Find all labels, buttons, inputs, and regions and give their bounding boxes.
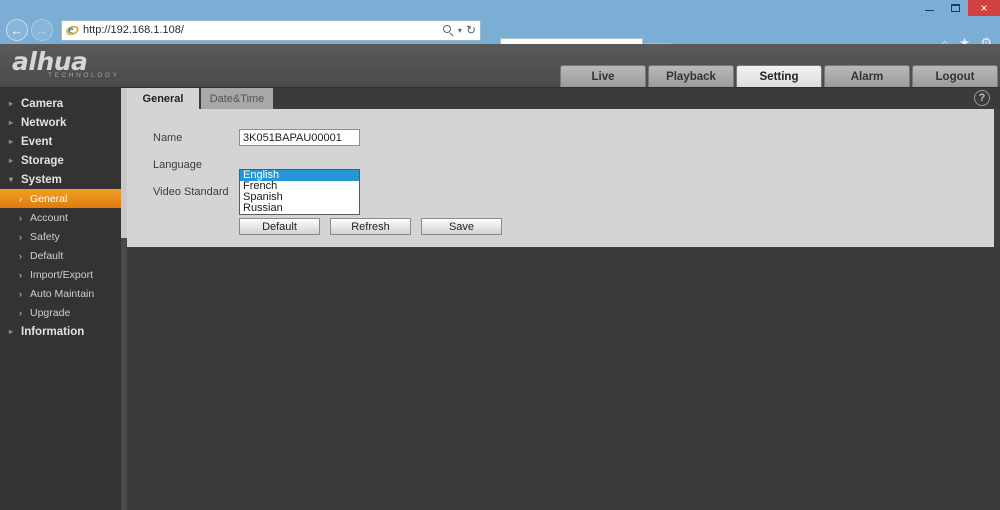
search-icon[interactable]	[442, 24, 454, 38]
sidebar-item-label: System	[21, 173, 62, 186]
browser-titlebar: ×	[0, 0, 1000, 16]
sidebar-item-network[interactable]: ▸ Network	[0, 113, 127, 132]
sidebar-item-safety[interactable]: › Safety	[0, 227, 127, 246]
name-label: Name	[153, 131, 183, 144]
address-bar[interactable]: e http://192.168.1.108/ ▾ ↻	[61, 19, 481, 41]
nav-tab-live[interactable]: Live	[560, 65, 646, 87]
sidebar-item-label: Account	[30, 211, 68, 224]
nav-tab-setting[interactable]: Setting	[736, 65, 822, 87]
maximize-button[interactable]	[942, 0, 968, 16]
sidebar-item-account[interactable]: › Account	[0, 208, 127, 227]
sidebar-item-system[interactable]: ▾ System	[0, 170, 127, 189]
name-input[interactable]	[239, 129, 360, 146]
chevron-right-icon: ›	[19, 231, 22, 242]
dahua-logo: alhua TECHNOLOGY	[12, 48, 120, 80]
save-button[interactable]: Save	[421, 218, 502, 235]
chevron-right-icon: ▸	[9, 156, 14, 165]
app-body: ▸ Camera ▸ Network ▸ Event ▸ Storage ▾ S…	[0, 88, 1000, 510]
sidebar-item-label: Default	[30, 249, 64, 262]
nav-tab-alarm[interactable]: Alarm	[824, 65, 910, 87]
form-row-name: Name	[153, 127, 1000, 148]
window-controls: ×	[916, 0, 1000, 16]
chevron-right-icon: ›	[19, 269, 22, 280]
sidebar-item-label: Storage	[21, 154, 64, 167]
form-buttons: Default Refresh Save	[239, 218, 502, 235]
chevron-down-icon: ▾	[9, 175, 14, 184]
chevron-down-icon[interactable]: ▾	[458, 26, 462, 35]
chevron-right-icon: ›	[19, 193, 22, 204]
general-form: Name Language Video Standard English Fre…	[127, 109, 1000, 235]
video-standard-label: Video Standard	[153, 185, 229, 198]
chevron-right-icon: ▸	[9, 99, 14, 108]
sidebar-item-default[interactable]: › Default	[0, 246, 127, 265]
reload-icon[interactable]: ↻	[466, 23, 476, 37]
sidebar-item-auto-maintain[interactable]: › Auto Maintain	[0, 284, 127, 303]
content-area: General Date&Time ? Name Language Video …	[127, 88, 1000, 510]
settings-panel: Name Language Video Standard English Fre…	[127, 109, 1000, 247]
sidebar-item-upgrade[interactable]: › Upgrade	[0, 303, 127, 322]
main-nav: Live Playback Setting Alarm Logout	[560, 65, 1000, 87]
sidebar-item-general[interactable]: › General	[0, 189, 127, 208]
refresh-button[interactable]: Refresh	[330, 218, 411, 235]
sidebar-item-label: Import/Export	[30, 268, 94, 281]
sidebar-item-label: Upgrade	[30, 306, 71, 319]
chevron-right-icon: ›	[19, 288, 22, 299]
nav-tab-playback[interactable]: Playback	[648, 65, 734, 87]
url-text: http://192.168.1.108/	[83, 24, 184, 36]
chevron-right-icon: ▸	[9, 327, 14, 336]
language-option-russian[interactable]: Russian	[240, 203, 359, 214]
sidebar-item-label: Information	[21, 325, 85, 338]
chevron-right-icon: ›	[19, 212, 22, 223]
chevron-right-icon: ›	[19, 307, 22, 318]
sidebar-item-label: Safety	[30, 230, 60, 243]
sidebar-item-label: Event	[21, 135, 53, 148]
sidebar: ▸ Camera ▸ Network ▸ Event ▸ Storage ▾ S…	[0, 88, 127, 510]
sidebar-item-information[interactable]: ▸ Information	[0, 322, 127, 341]
sidebar-item-label: Camera	[21, 97, 64, 110]
forward-icon[interactable]: →	[31, 19, 53, 41]
logo-subtitle: TECHNOLOGY	[48, 72, 120, 79]
browser-nav-row: ← → e http://192.168.1.108/ ▾ ↻ e Settin…	[0, 16, 1000, 60]
sidebar-item-label: Auto Maintain	[30, 287, 95, 300]
default-button[interactable]: Default	[239, 218, 320, 235]
help-icon[interactable]: ?	[974, 90, 990, 106]
language-label: Language	[153, 158, 202, 171]
close-window-button[interactable]: ×	[968, 0, 1000, 16]
sidebar-item-label: General	[30, 192, 68, 205]
ie-logo-icon: e	[64, 22, 81, 37]
panel-scrollbar[interactable]	[994, 109, 1000, 247]
browser-chrome: × ← → e http://192.168.1.108/ ▾ ↻ e Sett…	[0, 0, 1000, 60]
chevron-right-icon: ▸	[9, 118, 14, 127]
sidebar-item-label: Network	[21, 116, 67, 129]
back-icon[interactable]: ←	[6, 19, 28, 41]
tab-date-time[interactable]: Date&Time	[201, 88, 275, 109]
chevron-right-icon: ▸	[9, 137, 14, 146]
content-tab-bar: General Date&Time ?	[127, 88, 1000, 109]
language-dropdown-list[interactable]: English French Spanish Russian	[239, 169, 360, 215]
tab-general[interactable]: General	[127, 88, 201, 109]
nav-tab-logout[interactable]: Logout	[912, 65, 998, 87]
sidebar-item-event[interactable]: ▸ Event	[0, 132, 127, 151]
chevron-right-icon: ›	[19, 250, 22, 261]
sidebar-item-camera[interactable]: ▸ Camera	[0, 94, 127, 113]
sidebar-item-import-export[interactable]: › Import/Export	[0, 265, 127, 284]
app-header: alhua TECHNOLOGY Live Playback Setting A…	[0, 44, 1000, 88]
sidebar-item-storage[interactable]: ▸ Storage	[0, 151, 127, 170]
minimize-button[interactable]	[916, 0, 942, 16]
